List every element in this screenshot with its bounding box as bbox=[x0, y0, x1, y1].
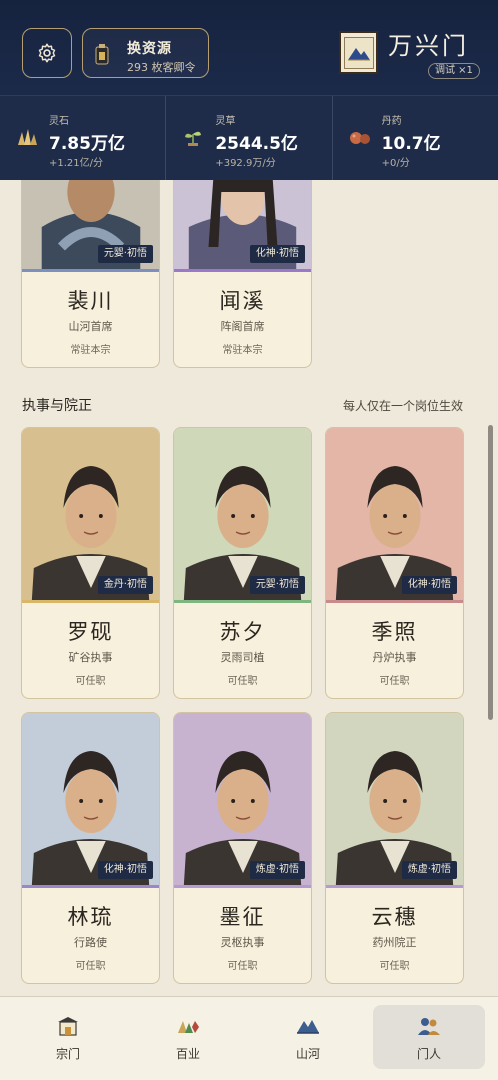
realm-accent-line bbox=[22, 600, 159, 603]
nav-tab-sect[interactable]: 宗门 bbox=[12, 1005, 124, 1069]
debug-badge[interactable]: 调试 ×1 bbox=[428, 63, 480, 79]
pill-icon bbox=[349, 132, 370, 144]
portrait-image bbox=[22, 428, 159, 600]
switch-resource-title: 换资源 bbox=[127, 41, 172, 57]
resource-label: 灵石 bbox=[49, 116, 69, 127]
realm-tag: 化神·初悟 bbox=[401, 576, 457, 594]
portrait-image bbox=[174, 428, 311, 600]
sect-name: 万兴门 bbox=[388, 32, 469, 60]
disciple-status: 可任职 bbox=[379, 676, 410, 687]
bottom-nav: 宗门 百业 山河 门人 bbox=[0, 996, 498, 1080]
disciple-status: 常驻本宗 bbox=[70, 345, 111, 356]
realm-accent-line bbox=[174, 885, 311, 888]
token-count: 293 枚客卿令 bbox=[127, 61, 196, 74]
token-icon bbox=[95, 44, 109, 65]
realm-tag: 化神·初悟 bbox=[249, 245, 305, 263]
officer-card[interactable]: 炼虚·初悟墨征灵枢执事可任职 bbox=[173, 712, 312, 984]
realm-tag: 化神·初悟 bbox=[97, 861, 153, 879]
crafts-icon bbox=[178, 1021, 199, 1033]
disciple-name: 墨征 bbox=[219, 905, 266, 929]
disciple-name: 闻溪 bbox=[219, 289, 266, 313]
switch-resource-button[interactable]: 换资源 293 枚客卿令 bbox=[82, 28, 209, 78]
nav-label: 山河 bbox=[295, 1047, 320, 1061]
resource-value: 2544.5亿 bbox=[215, 134, 298, 154]
disciple-status: 常驻本宗 bbox=[222, 345, 263, 356]
resource-value: 10.7亿 bbox=[381, 134, 441, 154]
disciple-status: 可任职 bbox=[227, 961, 258, 972]
disciple-role: 阵阁首席 bbox=[220, 320, 265, 333]
realm-tag: 元婴·初悟 bbox=[97, 245, 153, 263]
officer-card[interactable]: 金丹·初悟罗砚矿谷执事可任职 bbox=[21, 427, 160, 699]
resource-rate: +0/分 bbox=[381, 158, 410, 169]
officer-card[interactable]: 化神·初悟林琉行路使可任职 bbox=[21, 712, 160, 984]
disciple-status: 可任职 bbox=[379, 961, 410, 972]
portrait-image bbox=[326, 713, 463, 885]
realm-accent-line bbox=[174, 269, 311, 272]
resource-herb[interactable]: 灵草 2544.5亿 +392.9万/分 bbox=[166, 96, 333, 180]
disciple-role: 灵枢执事 bbox=[220, 936, 265, 949]
disciple-name: 季照 bbox=[371, 620, 418, 644]
realm-tag: 炼虚·初悟 bbox=[249, 861, 305, 879]
nav-tab-mountains[interactable]: 山河 bbox=[252, 1005, 364, 1069]
section-title: 执事与院正 bbox=[22, 398, 92, 414]
realm-accent-line bbox=[22, 269, 159, 272]
realm-accent-line bbox=[326, 600, 463, 603]
disciple-role: 丹炉执事 bbox=[372, 651, 417, 664]
nav-tab-disciples[interactable]: 门人 bbox=[373, 1005, 485, 1069]
realm-tag: 金丹·初悟 bbox=[97, 576, 153, 594]
gear-icon bbox=[38, 43, 56, 63]
disciple-role: 药州院正 bbox=[372, 936, 417, 949]
herb-icon bbox=[185, 131, 202, 146]
disciple-name: 林琉 bbox=[67, 905, 114, 929]
nav-label: 百业 bbox=[175, 1047, 200, 1061]
mountains-icon bbox=[297, 1020, 319, 1034]
resource-rate: +1.21亿/分 bbox=[49, 158, 104, 169]
realm-tag: 炼虚·初悟 bbox=[401, 861, 457, 879]
disciple-role: 矿谷执事 bbox=[68, 651, 113, 664]
settings-button[interactable] bbox=[22, 28, 72, 78]
section-note: 每人仅在一个岗位生效 bbox=[342, 399, 463, 413]
disciple-name: 云穗 bbox=[371, 905, 418, 929]
resource-bar: 灵石 7.85万亿 +1.21亿/分 灵草 2544.5亿 +392.9万/分 … bbox=[0, 95, 498, 180]
spirit-stone-icon bbox=[18, 129, 37, 145]
nav-tab-crafts[interactable]: 百业 bbox=[132, 1005, 244, 1069]
top-header: 换资源 293 枚客卿令 万兴门 调试 ×1 bbox=[0, 0, 498, 95]
realm-accent-line bbox=[22, 885, 159, 888]
disciples-icon bbox=[418, 1018, 440, 1035]
portrait-image bbox=[174, 713, 311, 885]
officer-card[interactable]: 炼虚·初悟云穗药州院正可任职 bbox=[325, 712, 464, 984]
portrait-image bbox=[326, 428, 463, 600]
realm-tag: 元婴·初悟 bbox=[249, 576, 305, 594]
disciple-role: 行路使 bbox=[74, 936, 107, 949]
disciple-role: 灵雨司植 bbox=[220, 651, 265, 664]
disciple-status: 可任职 bbox=[75, 961, 106, 972]
resource-label: 灵草 bbox=[215, 116, 236, 127]
resource-value: 7.85万亿 bbox=[49, 134, 125, 154]
disciple-name: 裴川 bbox=[67, 289, 114, 313]
disciple-role: 山河首席 bbox=[68, 320, 113, 333]
resource-spirit-stone[interactable]: 灵石 7.85万亿 +1.21亿/分 bbox=[0, 96, 167, 180]
resource-rate: +392.9万/分 bbox=[215, 158, 276, 169]
realm-accent-line bbox=[326, 885, 463, 888]
officer-card[interactable]: 元婴·初悟苏夕灵雨司植可任职 bbox=[173, 427, 312, 699]
scrollbar[interactable] bbox=[488, 425, 493, 720]
sect-hall-icon bbox=[58, 1017, 78, 1036]
officer-card[interactable]: 化神·初悟季照丹炉执事可任职 bbox=[325, 427, 464, 699]
disciple-name: 苏夕 bbox=[219, 620, 266, 644]
resource-label: 丹药 bbox=[381, 116, 402, 127]
resource-pill[interactable]: 丹药 10.7亿 +0/分 bbox=[333, 96, 498, 180]
disciple-name: 罗砚 bbox=[67, 620, 114, 644]
nav-label: 宗门 bbox=[55, 1047, 80, 1061]
disciple-status: 可任职 bbox=[75, 676, 106, 687]
nav-label: 门人 bbox=[416, 1047, 441, 1061]
mountain-emblem-icon bbox=[347, 47, 370, 60]
sect-emblem[interactable] bbox=[339, 31, 378, 74]
disciple-status: 可任职 bbox=[227, 676, 258, 687]
portrait-image bbox=[22, 713, 159, 885]
realm-accent-line bbox=[174, 600, 311, 603]
